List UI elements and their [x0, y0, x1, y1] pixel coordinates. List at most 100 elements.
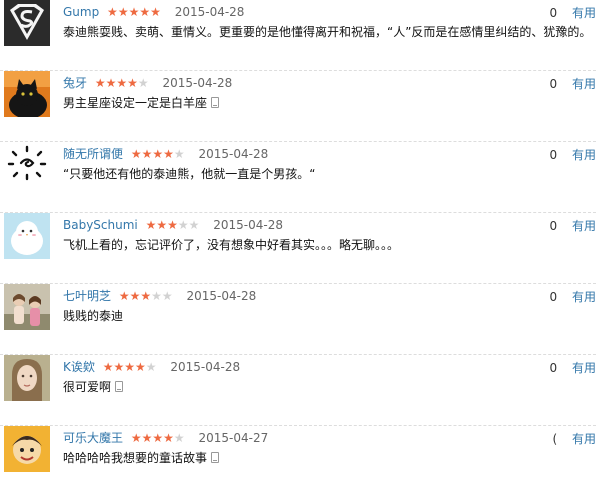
star-filled-icon: ★	[156, 218, 168, 232]
user-link[interactable]: Gump	[63, 5, 99, 19]
star-filled-icon: ★	[163, 431, 174, 445]
comment-meta: Gump ★★★★★ 2015-04-28	[63, 4, 244, 22]
girl-portrait-avatar[interactable]	[4, 355, 50, 401]
vote-area: ( 有用	[552, 431, 596, 447]
comment-text: 飞机上看的，忘记评价了，没有想象中好看其实。。。略无聊。。。	[63, 236, 586, 254]
comment-body: 男主星座设定一定是白羊座	[63, 96, 208, 110]
comment-date: 2015-04-27	[198, 431, 269, 445]
rating-stars: ★★★★★	[103, 359, 157, 375]
comment-body: 泰迪熊耍贱、卖萌、重情义。更重要的是他懂得离开和祝福，“人”反而是在感情里纠结的…	[63, 25, 586, 39]
rating-stars: ★★★★★	[131, 430, 185, 446]
star-filled-icon: ★	[141, 431, 153, 445]
star-filled-icon: ★	[130, 431, 142, 445]
vote-area: 0 有用	[550, 218, 596, 234]
vote-count: 0	[549, 290, 558, 304]
star-filled-icon: ★	[124, 360, 135, 374]
useful-button[interactable]: 有用	[572, 361, 596, 375]
useful-button[interactable]: 有用	[572, 219, 596, 233]
star-filled-icon: ★	[145, 218, 157, 232]
cartoon-character-avatar[interactable]	[4, 426, 50, 472]
comment-item: BabySchumi ★★★★★ 2015-04-28 0 有用 飞机上看的，忘…	[0, 213, 596, 284]
user-link[interactable]: 随无所谓便	[63, 147, 123, 161]
user-link[interactable]: BabySchumi	[63, 218, 138, 232]
user-link[interactable]: K诶欸	[63, 360, 95, 374]
vote-count: 0	[549, 6, 558, 20]
star-filled-icon: ★	[130, 147, 142, 161]
user-link[interactable]: 可乐大魔王	[63, 431, 123, 445]
vote-count: 0	[549, 219, 558, 233]
star-filled-icon: ★	[127, 76, 138, 90]
comment-meta: 随无所谓便 ★★★★★ 2015-04-28	[63, 146, 268, 164]
black-cat-avatar[interactable]	[4, 71, 50, 117]
star-filled-icon: ★	[141, 147, 153, 161]
star-empty-icon: ★	[151, 289, 162, 303]
star-empty-icon: ★	[173, 431, 185, 445]
star-filled-icon: ★	[167, 218, 178, 232]
rating-stars: ★★★★★	[119, 288, 173, 304]
comment-text: 贱贱的泰迪	[63, 307, 586, 325]
star-filled-icon: ★	[117, 5, 129, 19]
comment-meta: 七叶明芝 ★★★★★ 2015-04-28	[63, 288, 256, 306]
vote-count: 0	[549, 361, 558, 375]
useful-button[interactable]: 有用	[572, 6, 596, 20]
comment-body: 很可爱啊	[63, 380, 112, 394]
star-empty-icon: ★	[188, 218, 200, 232]
comment-meta: BabySchumi ★★★★★ 2015-04-28	[63, 217, 283, 235]
star-filled-icon: ★	[113, 360, 125, 374]
vote-area: 0 有用	[550, 147, 596, 163]
rating-stars: ★★★★★	[95, 75, 149, 91]
comment-date: 2015-04-28	[170, 360, 241, 374]
star-filled-icon: ★	[135, 360, 146, 374]
vote-count: 0	[549, 148, 558, 162]
star-filled-icon: ★	[105, 76, 117, 90]
star-filled-icon: ★	[102, 360, 114, 374]
star-filled-icon: ★	[116, 76, 128, 90]
comment-text: 哈哈哈哈我想要的童话故事	[63, 449, 586, 467]
comment-text: “只要他还有他的泰迪熊，他就一直是个男孩。“	[63, 165, 586, 183]
useful-button[interactable]: 有用	[572, 148, 596, 162]
children-photo-avatar[interactable]	[4, 284, 50, 330]
comment-date: 2015-04-28	[213, 218, 283, 232]
vote-area: 0 有用	[550, 360, 596, 376]
comment-item: 兔牙 ★★★★★ 2015-04-28 0 有用 男主星座设定一定是白羊座	[0, 71, 596, 142]
comment-date: 2015-04-28	[186, 289, 257, 303]
star-empty-icon: ★	[161, 289, 173, 303]
superman-logo-avatar[interactable]	[4, 0, 50, 46]
comment-text: 很可爱啊	[63, 378, 586, 396]
star-empty-icon: ★	[173, 147, 185, 161]
comment-body: 飞机上看的，忘记评价了，没有想象中好看其实。。。略无聊。。。	[63, 238, 400, 252]
mobile-phone-icon	[211, 452, 220, 463]
white-bird-avatar[interactable]	[4, 213, 50, 259]
star-filled-icon: ★	[150, 5, 161, 19]
comment-item: Gump ★★★★★ 2015-04-28 0 有用 泰迪熊耍贱、卖萌、重情义。…	[0, 0, 596, 71]
mobile-phone-icon	[211, 97, 220, 108]
comment-item: K诶欸 ★★★★★ 2015-04-28 0 有用 很可爱啊	[0, 355, 596, 426]
star-filled-icon: ★	[128, 5, 140, 19]
comment-date: 2015-04-28	[162, 76, 233, 90]
comment-body: “只要他还有他的泰迪熊，他就一直是个男孩。“	[63, 167, 316, 181]
star-empty-icon: ★	[145, 360, 157, 374]
comment-text: 男主星座设定一定是白羊座	[63, 94, 586, 112]
user-link[interactable]: 兔牙	[63, 76, 87, 90]
comment-item: 可乐大魔王 ★★★★★ 2015-04-27 ( 有用 哈哈哈哈我想要的童话故事	[0, 426, 596, 481]
useful-button[interactable]: 有用	[572, 290, 596, 304]
vote-area: 0 有用	[550, 289, 596, 305]
useful-button[interactable]: 有用	[572, 77, 596, 91]
star-filled-icon: ★	[94, 76, 106, 90]
star-filled-icon: ★	[163, 147, 174, 161]
star-filled-icon: ★	[152, 147, 164, 161]
star-filled-icon: ★	[152, 431, 164, 445]
mobile-phone-icon	[115, 381, 124, 392]
user-link[interactable]: 七叶明芝	[63, 289, 111, 303]
star-filled-icon: ★	[107, 5, 118, 19]
comment-meta: 兔牙 ★★★★★ 2015-04-28	[63, 75, 232, 93]
comment-item: 随无所谓便 ★★★★★ 2015-04-28 0 有用 “只要他还有他的泰迪熊，…	[0, 142, 596, 213]
comment-body: 哈哈哈哈我想要的童话故事	[63, 451, 208, 465]
vote-area: 0 有用	[550, 76, 596, 92]
star-filled-icon: ★	[129, 289, 141, 303]
comment-item: 七叶明芝 ★★★★★ 2015-04-28 0 有用 贱贱的泰迪	[0, 284, 596, 355]
sun-doodle-avatar[interactable]	[4, 142, 50, 188]
useful-button[interactable]: 有用	[572, 432, 596, 446]
star-filled-icon: ★	[118, 289, 130, 303]
comment-meta: 可乐大魔王 ★★★★★ 2015-04-27	[63, 430, 268, 448]
